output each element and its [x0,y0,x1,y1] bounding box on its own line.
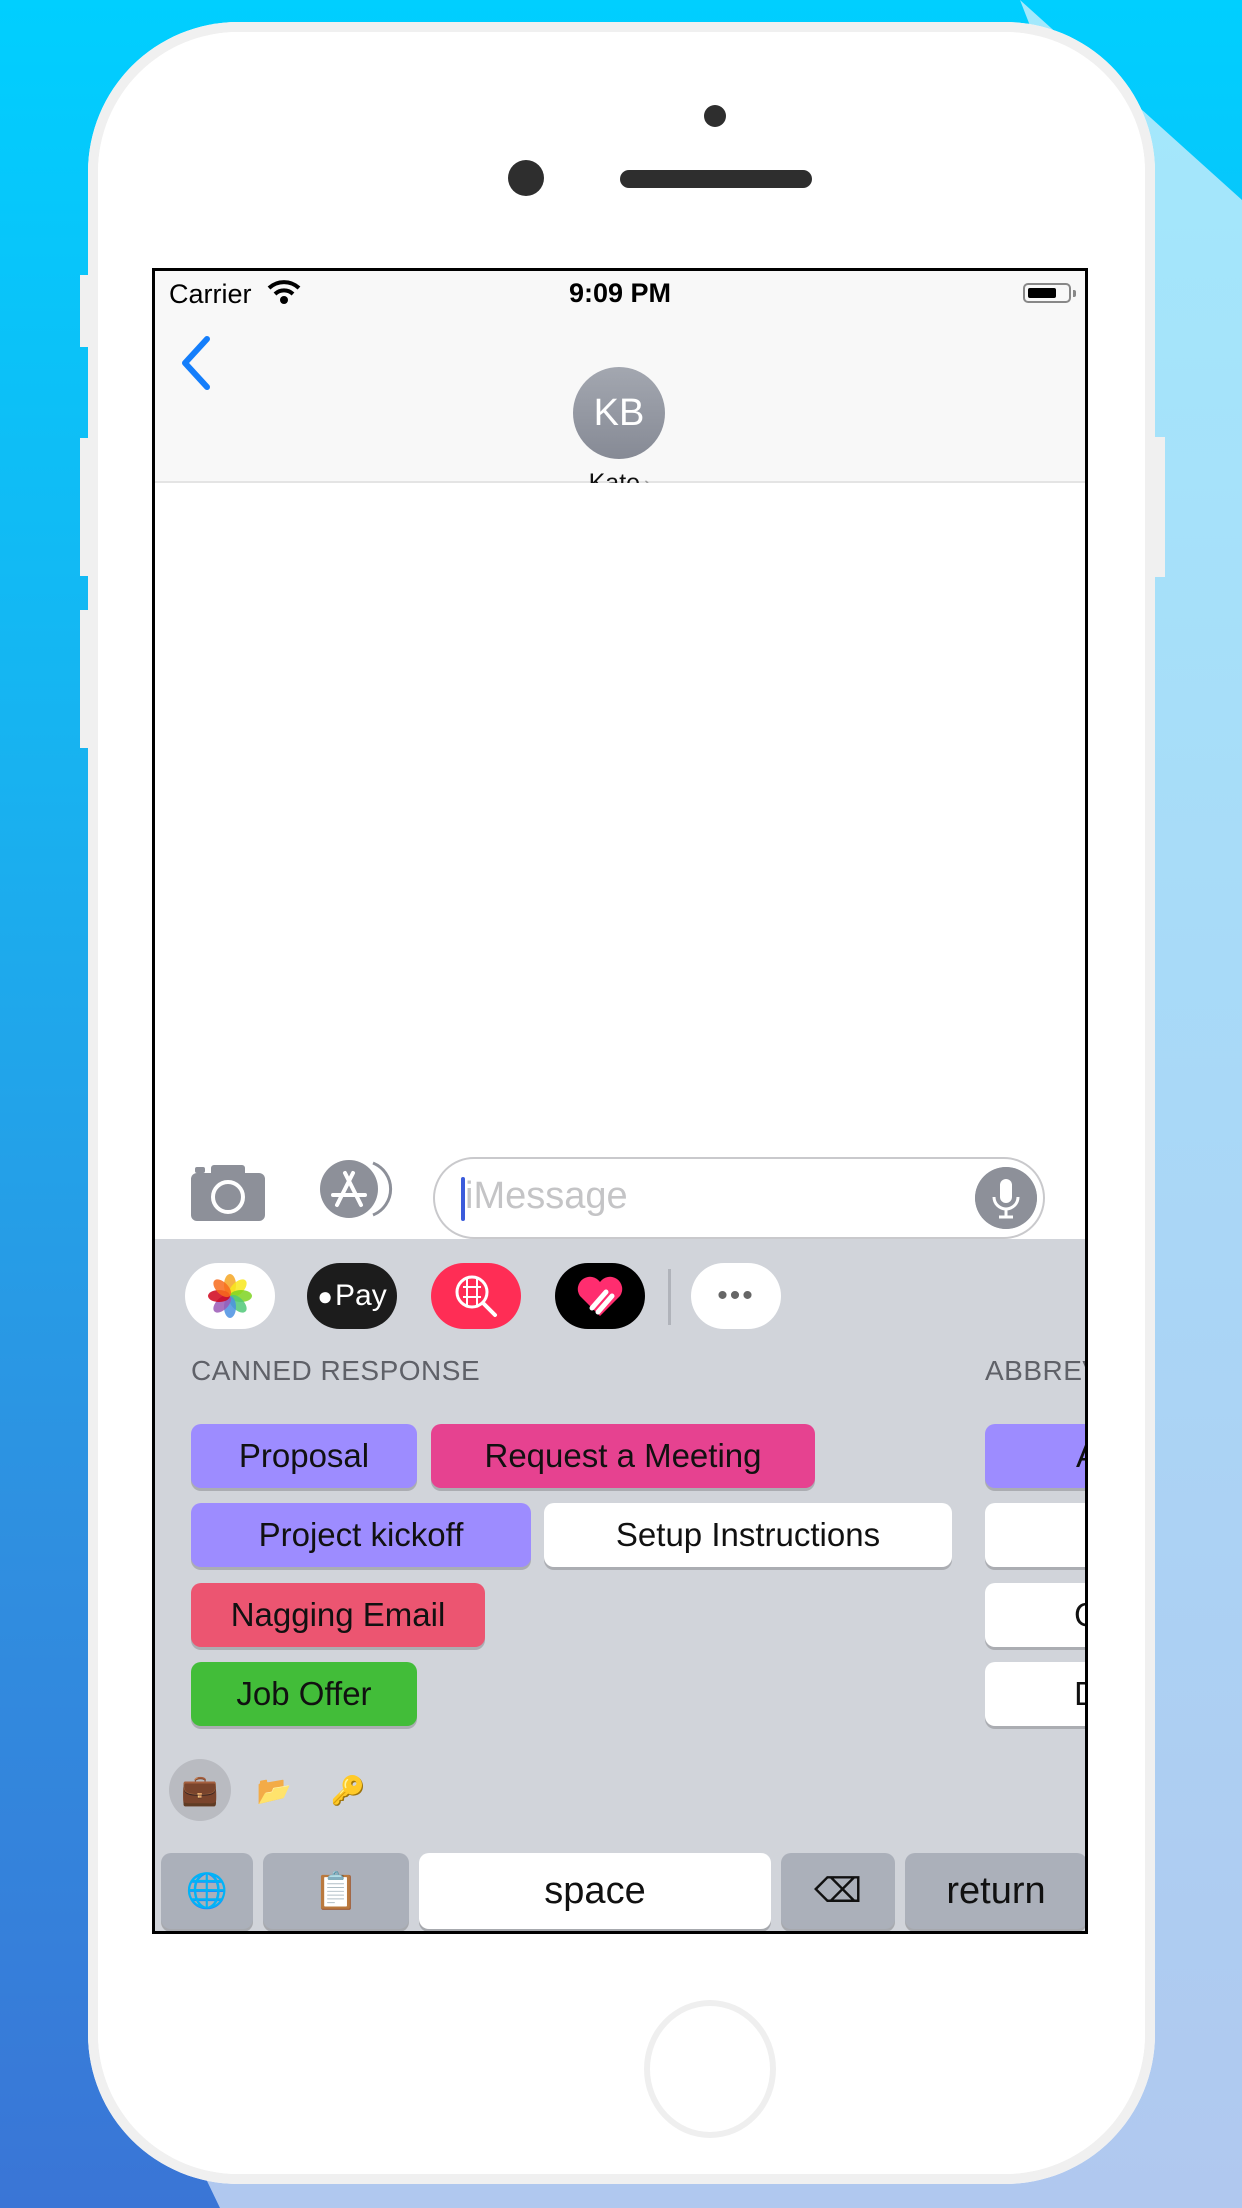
abbrev-chip-as[interactable]: AS [985,1424,1085,1488]
volume-down-button [80,610,90,748]
ellipsis-icon: ••• [717,1279,755,1312]
canned-chip-proposal[interactable]: Proposal [191,1424,417,1488]
status-bar: Carrier 9:09 PM [155,271,1085,313]
canned-chip-job-offer[interactable]: Job Offer [191,1662,417,1726]
app-drawer: ●Pay ••• CANNED RESPONSE ABBREV Proposal… [155,1239,1085,1931]
image-search-app-icon[interactable] [431,1263,521,1329]
canned-chip-nagging-email[interactable]: Nagging Email [191,1583,485,1647]
canned-chip-setup-instructions[interactable]: Setup Instructions [544,1503,952,1567]
earpiece-speaker [620,170,812,188]
battery-icon [1023,283,1076,303]
briefcase-icon[interactable]: 💼 [169,1759,231,1821]
apple-logo-icon: ● [317,1280,333,1311]
mute-switch [80,275,90,347]
keyboard-row: 🌐 📋 space ⌫ return [155,1853,1085,1931]
proximity-sensor [704,105,726,127]
apple-pay-app-icon[interactable]: ● Pay [307,1263,397,1329]
return-key[interactable]: return [905,1853,1085,1929]
globe-key[interactable]: 🌐 [161,1853,253,1929]
category-tabs: 💼 📂 🔑 [155,1759,1085,1829]
canned-chip-request-meeting[interactable]: Request a Meeting [431,1424,815,1488]
camera-icon[interactable] [191,1165,265,1221]
drawer-separator [668,1269,671,1325]
imessage-placeholder: iMessage [465,1175,628,1217]
canned-response-heading: CANNED RESPONSE [191,1355,481,1386]
apple-pay-label: Pay [335,1279,387,1312]
phone-screen: Carrier 9:09 PM KB Kate› [152,268,1088,1934]
message-input-bar: iMessage [155,1143,1085,1239]
app-store-icon[interactable] [315,1159,395,1219]
message-thread [155,483,1085,1143]
key-icon[interactable]: 🔑 [317,1759,379,1821]
folder-icon[interactable]: 📂 [243,1759,305,1821]
chevron-left-icon[interactable] [177,335,217,391]
front-camera [508,160,544,196]
abbrev-chip-du[interactable]: DU [985,1662,1085,1726]
volume-up-button [80,438,90,576]
space-key[interactable]: space [419,1853,771,1929]
abbreviation-heading: ABBREV [985,1355,1085,1386]
photos-app-icon[interactable] [185,1263,275,1329]
status-time: 9:09 PM [568,278,672,308]
clipboard-key[interactable]: 📋 [263,1853,409,1929]
conversation-header: KB Kate› [155,313,1085,497]
canned-chip-project-kickoff[interactable]: Project kickoff [191,1503,531,1567]
microphone-icon[interactable] [975,1167,1037,1229]
imessage-input[interactable]: iMessage [433,1157,1045,1239]
avatar[interactable]: KB [573,367,665,459]
home-button[interactable] [644,2000,776,2138]
abbrev-chip-ob[interactable]: OB [985,1583,1085,1647]
digital-touch-app-icon[interactable] [555,1263,645,1329]
more-apps-button[interactable]: ••• [691,1263,781,1329]
abbrev-chip-f[interactable]: F [985,1503,1085,1567]
power-button [1155,437,1165,577]
delete-key[interactable]: ⌫ [781,1853,895,1929]
